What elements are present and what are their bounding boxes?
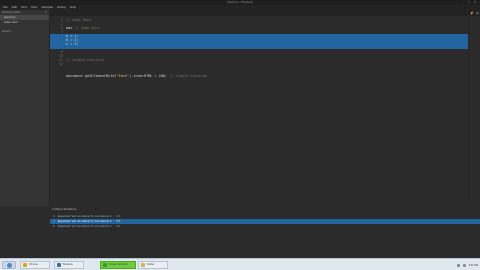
taskbar-label: Brackets xyxy=(63,263,73,266)
problem-message: Expected 'var' at column 5, not column 1… xyxy=(57,214,113,218)
code-token: ).innerHTML = 100; xyxy=(129,74,168,78)
code-line-6: c = 3; xyxy=(66,42,79,46)
code-line-8: // Simple Function xyxy=(66,58,104,62)
live-preview-icon[interactable]: ⚡ xyxy=(470,11,474,15)
windows-logo-icon xyxy=(7,263,12,268)
sidebar-file-index-html[interactable]: index.html xyxy=(0,20,49,25)
start-button[interactable] xyxy=(2,261,16,269)
code-token: document.getElementById( xyxy=(66,74,117,78)
system-tray: 3:21 PM xyxy=(456,261,478,269)
project-folder-label[interactable]: sketch xyxy=(0,29,49,34)
brackets-icon xyxy=(57,263,61,267)
chrome-icon xyxy=(23,263,27,267)
problem-location: 5:1 xyxy=(116,219,121,223)
status-bar xyxy=(0,240,480,258)
taskbar-label: Folder xyxy=(147,263,155,266)
taskbar-label: Screen Recorder xyxy=(109,263,128,266)
problem-message: Expected 'var' at column 5, not column 1… xyxy=(57,219,113,223)
taskbar-chrome[interactable]: Chrome xyxy=(20,261,50,269)
folder-icon xyxy=(141,263,145,267)
inline-comment: // Some Vars xyxy=(72,26,100,30)
clock[interactable]: 3:21 PM xyxy=(469,264,478,267)
problem-message: Expected 'var' at column 5, not column 1… xyxy=(57,224,113,228)
close-window-button[interactable]: ✕ xyxy=(472,1,478,4)
problem-line-number: 5 xyxy=(53,224,55,228)
line-number: 12 xyxy=(58,62,63,66)
problems-panel: 4 JSLint Problems 3 Expected 'var' at co… xyxy=(50,206,480,240)
taskbar-screen-recorder[interactable]: Screen Recorder xyxy=(100,261,136,269)
problem-row[interactable]: 5 Expected 'var' at column 5, not column… xyxy=(50,224,480,229)
network-icon[interactable] xyxy=(456,263,460,267)
code-line-1: // Some Vars xyxy=(66,18,92,22)
extension-manager-icon[interactable]: ▤ xyxy=(476,11,479,15)
problem-location: 6:1 xyxy=(116,224,121,228)
recorder-icon xyxy=(103,263,107,267)
windows-taskbar: Chrome Brackets Screen Recorder Folder 3… xyxy=(0,258,480,270)
taskbar-brackets[interactable]: Brackets xyxy=(54,261,84,269)
code-line-3: var // Some Vars xyxy=(66,26,100,30)
code-line-10: document.getElementById("test").innerHTM… xyxy=(66,74,207,78)
volume-icon[interactable] xyxy=(462,263,466,267)
inline-comment: // Simple Function xyxy=(167,74,208,78)
text-selection xyxy=(50,34,468,49)
taskbar-label: Chrome xyxy=(29,263,38,266)
working-files-header: Working Files × xyxy=(0,10,49,15)
string-literal: "test" xyxy=(116,74,130,78)
editor-window: sketch.js - Brackets – □ ✕ File Edit Fin… xyxy=(0,0,480,258)
problems-header: 4 JSLint Problems xyxy=(52,207,77,211)
working-files-title: Working Files xyxy=(2,10,21,14)
code-editor[interactable]: // Some Vars var // Some Vars a = 1; b =… xyxy=(50,16,468,206)
taskbar-folder[interactable]: Folder xyxy=(138,261,168,269)
sidebar-close-icon[interactable]: × xyxy=(45,10,47,15)
problem-location: 4:1 xyxy=(116,214,121,218)
vertical-scrollbar[interactable] xyxy=(468,16,480,206)
sidebar: Working Files × sketch.js index.html ske… xyxy=(0,10,50,206)
